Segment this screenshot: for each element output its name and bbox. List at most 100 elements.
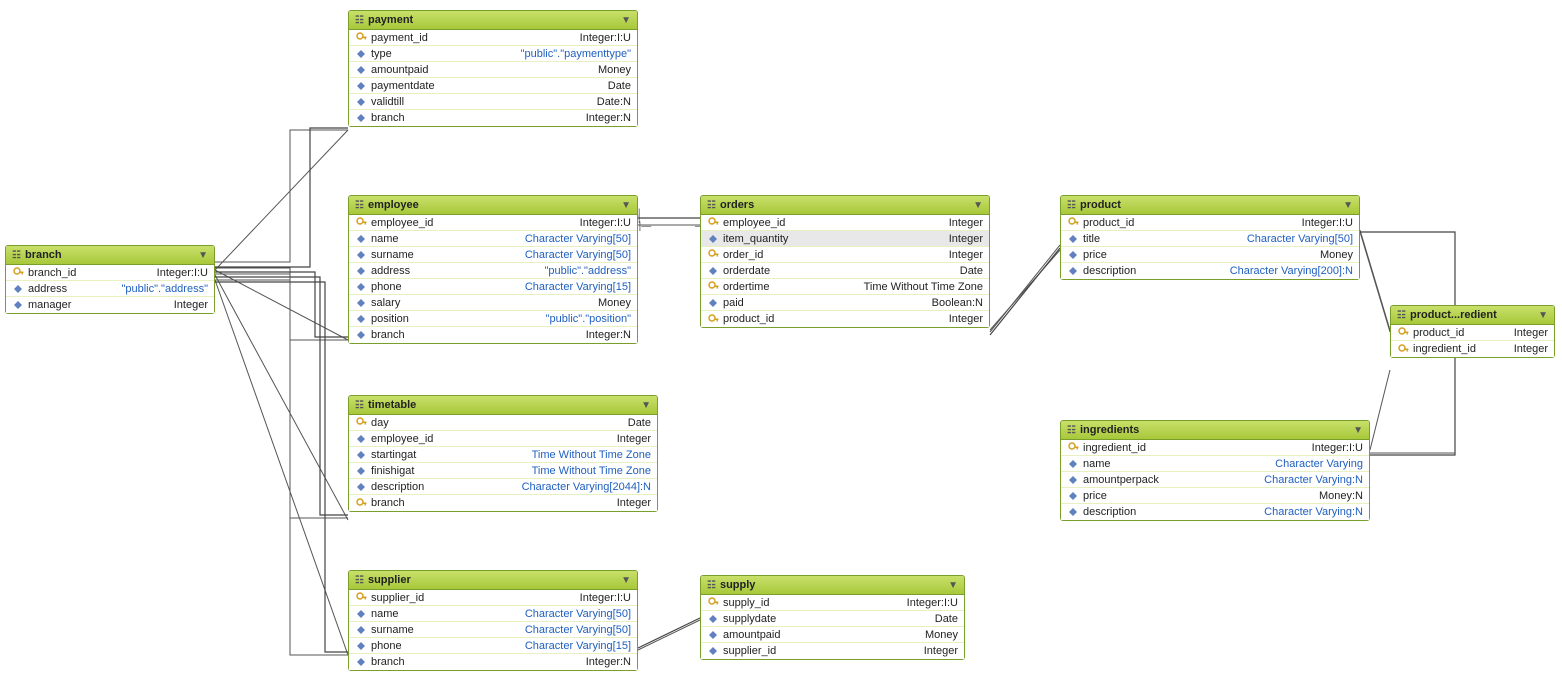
diamond-icon xyxy=(355,265,367,277)
column-name: name xyxy=(1083,458,1267,470)
column-name: ordertime xyxy=(723,281,856,293)
diamond-icon xyxy=(355,624,367,636)
table-grid-icon: ☷ xyxy=(1397,310,1406,321)
column-type: Date xyxy=(600,80,631,92)
table-product[interactable]: ☷product▼product_idInteger:I:UtitleChara… xyxy=(1060,195,1360,280)
diamond-icon xyxy=(355,481,367,493)
table-row: branchInteger:N xyxy=(349,110,637,126)
key-icon xyxy=(707,597,719,609)
column-type: Integer xyxy=(1506,343,1548,355)
column-name: supplier_id xyxy=(723,645,916,657)
column-type: Money xyxy=(917,629,958,641)
column-type: Integer xyxy=(941,217,983,229)
diamond-icon xyxy=(355,80,367,92)
table-product_ingredient[interactable]: ☷product...redient▼product_idIntegeringr… xyxy=(1390,305,1555,358)
diamond-icon xyxy=(12,283,24,295)
chevron-down-icon: ▼ xyxy=(621,200,631,211)
column-name: day xyxy=(371,417,620,429)
table-grid-icon: ☷ xyxy=(1067,425,1076,436)
key-icon xyxy=(355,417,367,429)
table-title-orders: orders xyxy=(720,199,754,211)
table-header-ingredients[interactable]: ☷ ingredients ▼ xyxy=(1061,421,1369,440)
key-icon xyxy=(355,217,367,229)
key-icon xyxy=(1397,327,1409,339)
table-supplier[interactable]: ☷supplier▼supplier_idInteger:I:UnameChar… xyxy=(348,570,638,671)
diamond-icon xyxy=(355,96,367,108)
chevron-down-icon: ▼ xyxy=(1343,200,1353,211)
column-name: description xyxy=(1083,265,1222,277)
column-type: Character Varying:N xyxy=(1256,474,1363,486)
table-row: ordertimeTime Without Time Zone xyxy=(701,279,989,295)
column-name: supply_id xyxy=(723,597,899,609)
column-type: Character Varying:N xyxy=(1256,506,1363,518)
column-name: name xyxy=(371,233,517,245)
column-name: address xyxy=(371,265,536,277)
table-row: surnameCharacter Varying[50] xyxy=(349,622,637,638)
table-header-payment[interactable]: ☷payment▼ xyxy=(349,11,637,30)
column-name: position xyxy=(371,313,538,325)
table-row: amountpaidMoney xyxy=(349,62,637,78)
diamond-icon xyxy=(355,640,367,652)
table-employee[interactable]: ☷employee▼employee_idInteger:I:UnameChar… xyxy=(348,195,638,344)
table-row: ingredient_idInteger xyxy=(1391,341,1554,357)
table-header-timetable[interactable]: ☷timetable▼ xyxy=(349,396,657,415)
column-name: ingredient_id xyxy=(1413,343,1506,355)
key-icon xyxy=(1067,217,1079,229)
column-type: Character Varying xyxy=(1267,458,1363,470)
table-supply[interactable]: ☷supply▼supply_idInteger:I:UsupplydateDa… xyxy=(700,575,965,660)
chevron-down-icon: ▼ xyxy=(1353,425,1363,436)
table-orders[interactable]: ☷orders▼employee_idIntegeritem_quantityI… xyxy=(700,195,990,328)
diamond-icon xyxy=(355,297,367,309)
table-title-employee: employee xyxy=(368,199,419,211)
table-branch[interactable]: ☷branch▼branch_idInteger:I:Uaddress"publ… xyxy=(5,245,215,314)
column-type: Date xyxy=(620,417,651,429)
column-type: "public"."paymenttype" xyxy=(513,48,631,60)
key-icon xyxy=(1397,343,1409,355)
diamond-icon xyxy=(707,297,719,309)
table-timetable[interactable]: ☷timetable▼dayDateemployee_idIntegerstar… xyxy=(348,395,658,512)
column-name: surname xyxy=(371,624,517,636)
column-name: amountperpack xyxy=(1083,474,1256,486)
column-type: Money xyxy=(590,297,631,309)
diamond-icon xyxy=(707,233,719,245)
column-name: branch xyxy=(371,329,578,341)
table-header-branch[interactable]: ☷branch▼ xyxy=(6,246,214,265)
table-header-product[interactable]: ☷product▼ xyxy=(1061,196,1359,215)
diamond-icon xyxy=(1067,506,1079,518)
diamond-icon xyxy=(355,465,367,477)
column-name: order_id xyxy=(723,249,941,261)
column-name: product_id xyxy=(1083,217,1294,229)
column-name: phone xyxy=(371,640,517,652)
column-name: finishigat xyxy=(371,465,524,477)
diamond-icon xyxy=(355,656,367,668)
column-type: Time Without Time Zone xyxy=(524,449,651,461)
table-header-product_ingredient[interactable]: ☷product...redient▼ xyxy=(1391,306,1554,325)
table-header-employee[interactable]: ☷employee▼ xyxy=(349,196,637,215)
column-name: branch xyxy=(371,497,609,509)
diamond-icon xyxy=(355,329,367,341)
column-type: Date xyxy=(952,265,983,277)
diamond-icon xyxy=(355,433,367,445)
table-header-orders[interactable]: ☷orders▼ xyxy=(701,196,989,215)
table-grid-icon: ☷ xyxy=(707,580,716,591)
table-title-product_ingredient: product...redient xyxy=(1410,309,1497,321)
column-name: supplier_id xyxy=(371,592,572,604)
column-type: Character Varying[15] xyxy=(517,640,631,652)
column-name: name xyxy=(371,608,517,620)
key-icon xyxy=(12,267,24,279)
table-title-ingredients: ingredients xyxy=(1080,424,1139,436)
column-type: Character Varying[50] xyxy=(517,608,631,620)
table-payment[interactable]: ☷payment▼payment_idInteger:I:Utype"publi… xyxy=(348,10,638,127)
table-row: supplydateDate xyxy=(701,611,964,627)
table-row: payment_idInteger:I:U xyxy=(349,30,637,46)
table-header-supplier[interactable]: ☷supplier▼ xyxy=(349,571,637,590)
table-row: branch_idInteger:I:U xyxy=(6,265,214,281)
table-row: validtillDate:N xyxy=(349,94,637,110)
table-header-supply[interactable]: ☷supply▼ xyxy=(701,576,964,595)
table-row: order_idInteger xyxy=(701,247,989,263)
table-row: type"public"."paymenttype" xyxy=(349,46,637,62)
diamond-icon xyxy=(355,449,367,461)
key-icon xyxy=(355,592,367,604)
table-ingredients[interactable]: ☷ingredients▼ingredient_idInteger:I:Unam… xyxy=(1060,420,1370,521)
table-row: priceMoney:N xyxy=(1061,488,1369,504)
